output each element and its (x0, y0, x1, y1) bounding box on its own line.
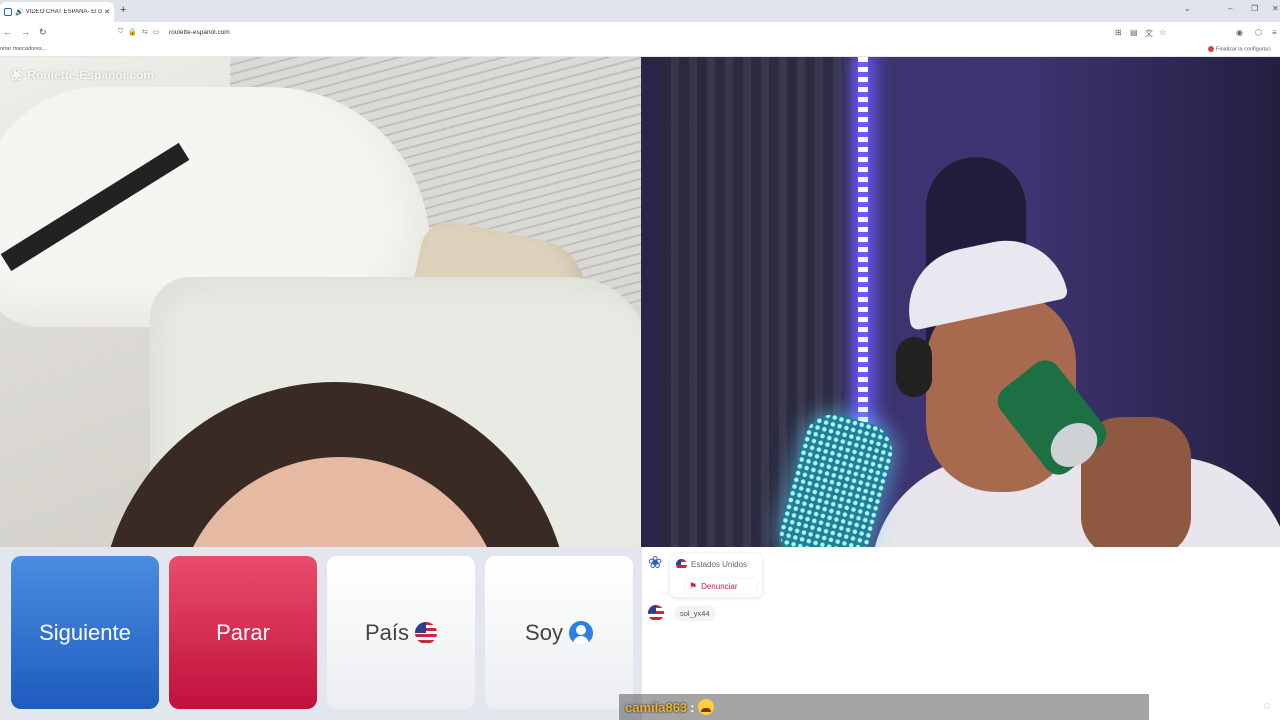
overlay-username: camila863 (625, 699, 688, 715)
local-video: ❀ Roulette-Espanol.com (0, 57, 641, 547)
new-tab-button[interactable]: + (120, 4, 126, 16)
remote-video (641, 57, 1280, 547)
close-tab-icon[interactable]: ✕ (104, 8, 110, 16)
tab-list-chevron-icon[interactable]: ⌄ (1184, 4, 1191, 13)
back-arrow-icon[interactable]: ← (3, 27, 12, 37)
stop-button-label: Parar (216, 619, 270, 645)
camera-in-use-icon[interactable]: ▭ (153, 28, 160, 36)
forward-arrow-icon[interactable]: → (21, 27, 30, 37)
translate-icon[interactable]: 文 (1145, 28, 1153, 39)
country-filter-button[interactable]: País (327, 556, 475, 709)
gender-button-label: Soy (525, 619, 563, 645)
reload-icon[interactable]: ↻ (39, 27, 47, 38)
import-bookmarks-link[interactable]: ortar marcadores... (0, 46, 46, 52)
partner-country: Estados Unidos (676, 559, 747, 570)
extension-icon[interactable]: ⊞ (1115, 28, 1122, 37)
person-shirt (871, 457, 1280, 547)
report-flag-icon: ⚑ (689, 581, 698, 591)
site-watermark: ❀ Roulette-Espanol.com (10, 65, 154, 85)
site-logo-icon: ❀ (10, 67, 24, 84)
overlay-separator: : (690, 699, 695, 715)
menu-icon[interactable]: ≡ (1272, 28, 1277, 37)
watermark-text: Roulette-Espanol.com (27, 68, 155, 82)
chat-message: sol_yx44 (648, 605, 716, 621)
control-panel: Siguiente Parar País Soy (0, 547, 641, 720)
led-strip (858, 57, 868, 437)
male-avatar-icon (568, 620, 593, 645)
crying-face-icon (697, 699, 714, 715)
finish-setup-link[interactable]: Finalizar la configuraci (1208, 46, 1271, 52)
us-flag-icon (415, 621, 438, 644)
site-logo-icon: ❀ (648, 553, 663, 572)
report-button[interactable]: ⚑ Denunciar (686, 579, 756, 594)
gender-select-button[interactable]: Soy (485, 556, 633, 709)
setup-icon (1208, 46, 1214, 52)
url-field[interactable]: roulette-espanol.com (169, 29, 230, 36)
emoji-picker-icon[interactable]: ☺ (1262, 701, 1272, 712)
browser-tab[interactable]: 🔊 VIDEO CHAT ESPAÑA- El ch ✕ (0, 2, 114, 22)
tab-title: VIDEO CHAT ESPAÑA- El ch (25, 9, 103, 15)
tracking-shield-icon[interactable]: ⛉ (118, 28, 123, 36)
stream-chat-overlay: camila863 : (619, 694, 1149, 720)
partner-info-card: Estados Unidos ⚑ Denunciar (670, 553, 762, 597)
chat-username: sol_yx44 (674, 605, 716, 621)
bookmarks-bar: ortar marcadores... Finalizar la configu… (0, 44, 1280, 57)
audio-playing-icon[interactable]: 🔊 (15, 8, 24, 16)
reader-view-icon[interactable]: ▤ (1130, 28, 1138, 37)
country-button-label: País (364, 619, 410, 645)
us-flag-icon (676, 559, 687, 570)
permissions-icon[interactable]: ⇆ (142, 28, 148, 36)
restore-window-icon[interactable]: ❐ (1251, 4, 1258, 13)
headphones (896, 337, 932, 397)
account-icon[interactable]: ◉ (1236, 28, 1243, 37)
next-button[interactable]: Siguiente (11, 556, 159, 709)
extensions-puzzle-icon[interactable]: ⬡ (1255, 28, 1262, 37)
close-window-icon[interactable]: ✕ (1272, 4, 1279, 13)
bookmark-star-icon[interactable]: ☆ (1159, 28, 1166, 37)
report-button-label: Denunciar (701, 582, 738, 591)
minimize-window-icon[interactable]: – (1228, 4, 1232, 13)
site-favicon-icon (4, 8, 12, 16)
stop-button[interactable]: Parar (169, 556, 317, 709)
next-button-label: Siguiente (39, 619, 131, 645)
partner-country-label: Estados Unidos (691, 560, 748, 569)
address-bar-row: ← → ↻ ⛉ 🔒 ⇆ ▭ roulette-espanol.com ⊞ ▤ 文… (0, 22, 1280, 44)
browser-tab-strip: 🔊 VIDEO CHAT ESPAÑA- El ch ✕ + ⌄ – ❐ ✕ (0, 0, 1280, 22)
lock-icon[interactable]: 🔒 (128, 28, 137, 36)
us-flag-icon (648, 605, 664, 621)
